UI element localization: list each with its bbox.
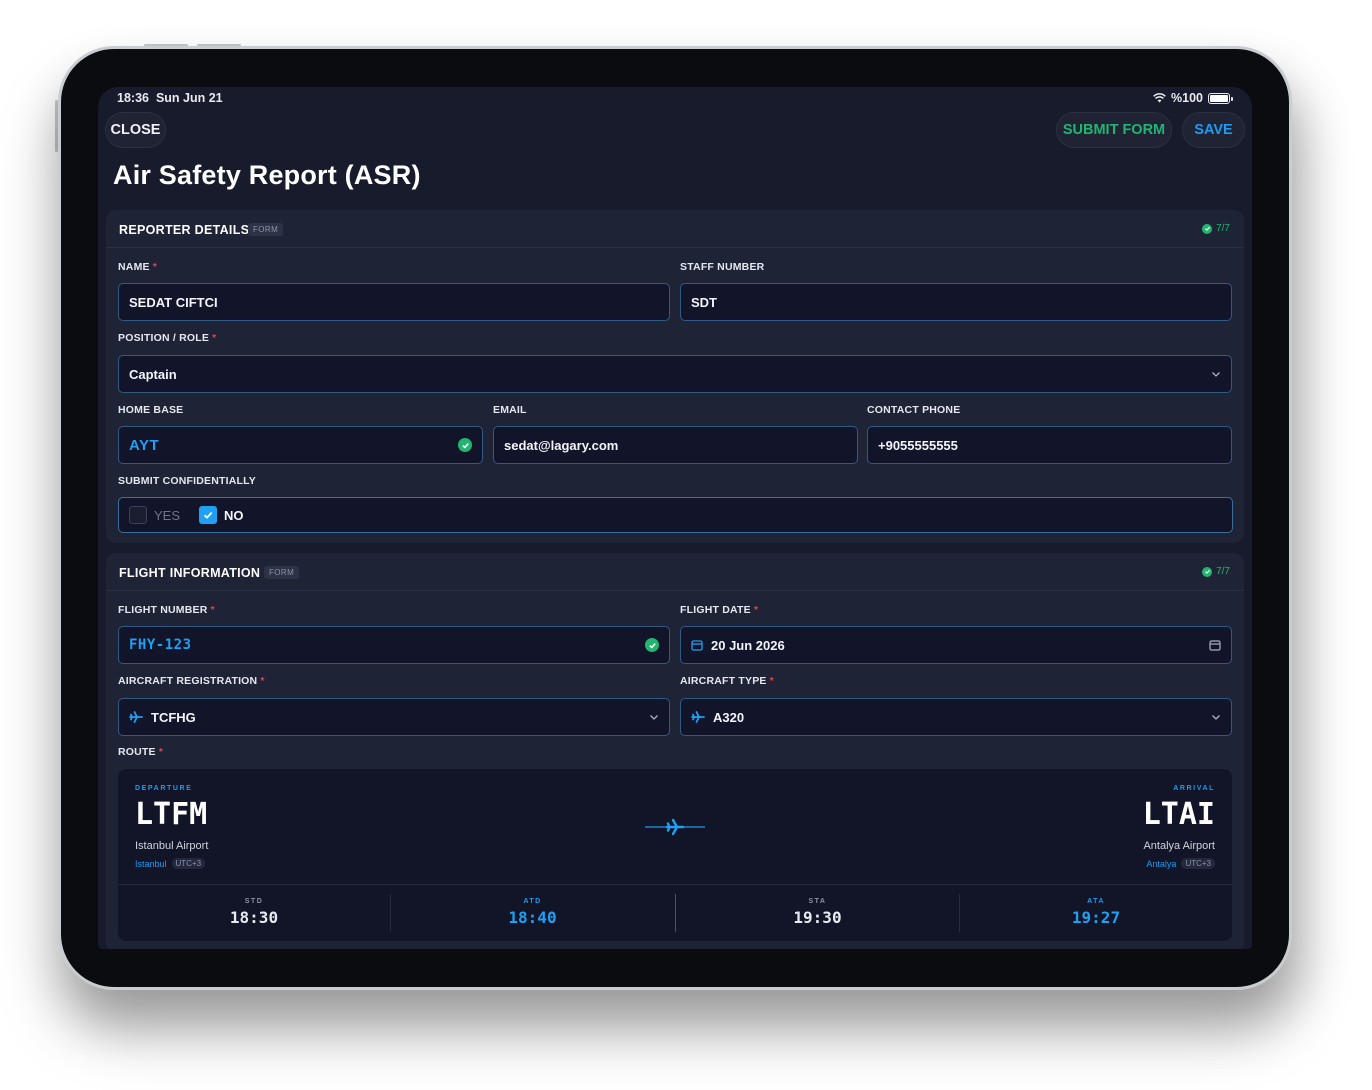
chevron-down-icon bbox=[649, 712, 659, 722]
home-base-label: HOME BASE bbox=[118, 404, 184, 416]
reporter-details-section: REPORTER DETAILS FORM 7/7 NAME * SEDAT CI… bbox=[106, 210, 1244, 543]
flight-number-field[interactable]: FHY-123 bbox=[118, 626, 670, 664]
confidential-label: SUBMIT CONFIDENTIALLY bbox=[118, 475, 256, 487]
battery-icon bbox=[1208, 92, 1233, 104]
section-progress: 7/7 bbox=[1202, 566, 1230, 577]
email-field[interactable]: sedat@lagary.com bbox=[493, 426, 858, 464]
chevron-down-icon bbox=[1211, 712, 1221, 722]
flight-information-section: FLIGHT INFORMATION FORM 7/7 FLIGHT NUMBE… bbox=[106, 553, 1244, 949]
arrival-airport: Antalya Airport bbox=[1143, 840, 1215, 852]
chevron-down-icon bbox=[1211, 369, 1221, 379]
confidential-options: YES NO bbox=[118, 497, 1233, 533]
close-button[interactable]: CLOSE bbox=[105, 112, 166, 148]
yes-checkbox[interactable] bbox=[129, 506, 147, 524]
submit-form-button[interactable]: SUBMIT FORM bbox=[1056, 112, 1172, 148]
position-label: POSITION / ROLE * bbox=[118, 332, 217, 344]
flight-path-icon bbox=[645, 817, 705, 842]
wifi-icon bbox=[1153, 93, 1166, 103]
check-circle-icon bbox=[1202, 566, 1213, 577]
ata-time: ATA 19:27 bbox=[1071, 898, 1121, 927]
route-endpoints: DEPARTURE LTFM Istanbul Airport Istanbul… bbox=[118, 769, 1232, 885]
arrival-utc-badge: UTC+3 bbox=[1181, 858, 1215, 869]
arrival-caption: ARRIVAL bbox=[1173, 785, 1215, 792]
aircraft-registration-select[interactable]: TCFHG bbox=[118, 698, 670, 736]
section-title: FLIGHT INFORMATION bbox=[119, 566, 261, 580]
plane-icon bbox=[129, 710, 143, 724]
staff-number-label: STAFF NUMBER bbox=[680, 261, 765, 273]
no-checkbox[interactable] bbox=[199, 506, 218, 524]
app-screen: 18:36 Sun Jun 21 %100 CLOSE SUBMIT FORM … bbox=[98, 87, 1252, 949]
yes-option-label: YES bbox=[154, 507, 181, 523]
arrival-city: Antalya UTC+3 bbox=[1146, 858, 1215, 869]
route-label: ROUTE * bbox=[118, 746, 164, 758]
arrival-code: LTAI bbox=[1142, 797, 1215, 832]
no-option-label: NO bbox=[224, 507, 244, 523]
status-time-date: 18:36 Sun Jun 21 bbox=[117, 91, 223, 105]
plane-icon bbox=[691, 710, 705, 724]
section-header: FLIGHT INFORMATION FORM 7/7 bbox=[106, 553, 1244, 591]
aircraft-type-select[interactable]: A320 bbox=[680, 698, 1232, 736]
flight-number-label: FLIGHT NUMBER * bbox=[118, 604, 215, 616]
route-card[interactable]: DEPARTURE LTFM Istanbul Airport Istanbul… bbox=[118, 769, 1232, 941]
aircraft-registration-label: AIRCRAFT REGISTRATION * bbox=[118, 675, 265, 687]
page-title: Air Safety Report (ASR) bbox=[113, 160, 421, 190]
departure-utc-badge: UTC+3 bbox=[171, 858, 206, 869]
section-progress: 7/7 bbox=[1202, 223, 1230, 234]
contact-phone-field[interactable]: +9055555555 bbox=[867, 426, 1232, 464]
departure-caption: DEPARTURE bbox=[135, 785, 193, 792]
calendar-icon bbox=[691, 639, 703, 651]
aircraft-type-label: AIRCRAFT TYPE * bbox=[680, 675, 774, 687]
form-tag: FORM bbox=[248, 223, 284, 236]
staff-number-field[interactable]: SDT bbox=[680, 283, 1232, 321]
atd-time: ATD 18:40 bbox=[508, 898, 557, 927]
position-select[interactable]: Captain bbox=[118, 355, 1232, 393]
email-label: EMAIL bbox=[493, 404, 527, 416]
check-circle-icon bbox=[458, 438, 472, 452]
check-circle-icon bbox=[1202, 223, 1213, 234]
name-field[interactable]: SEDAT CIFTCI bbox=[118, 283, 670, 321]
departure-city: Istanbul UTC+3 bbox=[135, 858, 206, 869]
section-header: REPORTER DETAILS FORM 7/7 bbox=[106, 210, 1244, 248]
home-base-field[interactable]: AYT bbox=[118, 426, 483, 464]
checkmark-icon bbox=[203, 511, 213, 519]
sta-time: STA 19:30 bbox=[793, 898, 842, 927]
flight-date-field[interactable]: 20 Jun 2026 bbox=[680, 626, 1232, 664]
departure-code: LTFM bbox=[135, 797, 208, 832]
contact-phone-label: CONTACT PHONE bbox=[867, 404, 961, 416]
flight-times: STD 18:30 ATD 18:40 STA 19:30 ATA 19:27 bbox=[118, 885, 1232, 941]
status-indicators: %100 bbox=[1153, 91, 1233, 105]
battery-percent: %100 bbox=[1171, 91, 1203, 105]
save-button[interactable]: SAVE bbox=[1182, 112, 1245, 148]
calendar-picker-icon[interactable] bbox=[1209, 639, 1221, 651]
check-circle-icon bbox=[645, 638, 659, 652]
flight-date-label: FLIGHT DATE * bbox=[680, 604, 759, 616]
section-title: REPORTER DETAILS bbox=[119, 223, 250, 237]
name-label: NAME * bbox=[118, 261, 158, 273]
form-tag: FORM bbox=[264, 566, 300, 579]
departure-airport: Istanbul Airport bbox=[135, 840, 209, 852]
std-time: STD 18:30 bbox=[229, 898, 279, 927]
